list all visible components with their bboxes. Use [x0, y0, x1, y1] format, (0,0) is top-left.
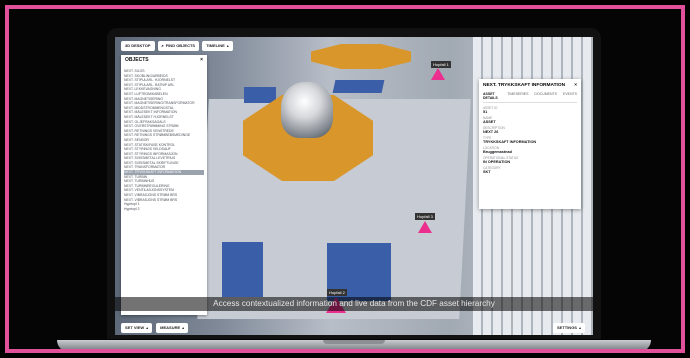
chevron-up-icon: ▴: [226, 43, 229, 48]
floor-tile: [244, 87, 276, 103]
detail-field: DESCRIPTION NEXT 26: [483, 126, 577, 134]
detail-field: TYPE TRYKKSKAFT INFORMATION: [483, 136, 577, 144]
floor-tile: [332, 80, 385, 93]
find-objects-button[interactable]: ⌕ FIND OBJECTS: [157, 41, 200, 51]
asset-title: NEXT. TRYKKSKAFT INFORMATION: [483, 83, 566, 88]
settings-label: SETTINGS: [556, 325, 577, 330]
toolbar-button-label: TIMELINE: [206, 43, 225, 48]
turbin-model[interactable]: [281, 82, 333, 138]
measure-button[interactable]: MEASURE ▴: [156, 323, 189, 333]
details-tab[interactable]: DOCUMENTS: [534, 92, 557, 100]
laptop-notch: [323, 340, 385, 344]
laptop-bezel: Hopfall 1 Hopfall 3 Hopfall 2 3D DESKTOP…: [107, 28, 601, 339]
floor-tile: [222, 242, 263, 297]
details-tabs: ASSET DETAILS TIMESERIES DOCUMENTS EVENTS: [483, 92, 577, 103]
detail-field-value: Bruggemastnad: [483, 150, 512, 154]
timeline-button[interactable]: TIMELINE ▴: [202, 41, 233, 51]
detail-field-value: 51: [483, 110, 488, 114]
object-row[interactable]: Hyprtopl 2: [124, 207, 204, 212]
asset-marker-icon[interactable]: [431, 68, 445, 80]
objects-title: OBJECTS: [125, 57, 149, 63]
chevron-up-icon: ▴: [182, 325, 185, 330]
detail-field-value: NEXT 26: [483, 130, 499, 134]
details-tab[interactable]: ASSET DETAILS: [483, 92, 501, 100]
detail-field: ASSET ID 51: [483, 106, 577, 114]
laptop-base: [57, 340, 651, 349]
close-icon[interactable]: ×: [200, 57, 203, 65]
toolbar-button-label: SET VIEW: [125, 325, 145, 330]
caption: Access contextualized information and li…: [115, 297, 593, 311]
search-icon: ⌕: [161, 43, 164, 48]
asset-details-panel: NEXT. TRYKKSKAFT INFORMATION × ASSET DETA…: [479, 79, 581, 209]
details-fields: ASSET ID 51 NAME ASSET DESCRIPTION NEXT 26 TYP…: [483, 106, 577, 174]
chevron-up-icon: ▴: [146, 325, 149, 330]
toolbar-button-label: 3D DESKTOP: [125, 43, 151, 48]
top-toolbar: 3D DESKTOP ⌕ FIND OBJECTS TIMELINE ▴: [121, 41, 233, 52]
detail-field: CATEGORY SKT: [483, 166, 577, 174]
detail-field-value: SKT: [483, 170, 491, 174]
detail-field-value: TRYKKSKAFT INFORMATION: [483, 140, 537, 144]
settings-button[interactable]: SETTINGS ▴: [552, 323, 585, 333]
app-screen: Hopfall 1 Hopfall 3 Hopfall 2 3D DESKTOP…: [115, 37, 593, 335]
toolbar-button-label: MEASURE: [160, 325, 181, 330]
details-tab[interactable]: TIMESERIES: [507, 92, 528, 100]
toolbar-button-label: FIND OBJECTS: [165, 43, 196, 48]
objects-list: NEXT. SILOS NEXT. SKOBLING/ARBEIDS NEXT. S…: [121, 67, 207, 213]
asset-tag: Hopfall 3: [415, 213, 435, 220]
close-icon[interactable]: ×: [574, 83, 577, 88]
chevron-up-icon: ▴: [578, 325, 581, 330]
detail-field-value: IN OPERATION: [483, 160, 511, 164]
objects-panel: OBJECTS × NEXT. SILOS NEXT. SKOBLING/ARBEI…: [121, 55, 207, 315]
toolbar-button[interactable]: 3D DESKTOP: [121, 41, 155, 51]
turbin-pit: [311, 44, 411, 69]
details-tab[interactable]: EVENTS: [563, 92, 577, 100]
promo-frame: Hopfall 1 Hopfall 3 Hopfall 2 3D DESKTOP…: [5, 5, 685, 353]
asset-marker-icon[interactable]: [418, 221, 432, 233]
detail-field: OPERATIONAL STATUS IN OPERATION: [483, 156, 577, 164]
set-view-button[interactable]: SET VIEW ▴: [121, 323, 153, 333]
detail-field: LOCATION Bruggemastnad: [483, 146, 577, 154]
asset-tag: Hopfall 1: [431, 61, 451, 68]
bottom-toolbar: SET VIEW ▴ MEASURE ▴: [121, 323, 189, 333]
detail-field-value: ASSET: [483, 120, 496, 124]
asset-tag: Hopfall 2: [327, 289, 347, 296]
detail-field: NAME ASSET: [483, 116, 577, 124]
